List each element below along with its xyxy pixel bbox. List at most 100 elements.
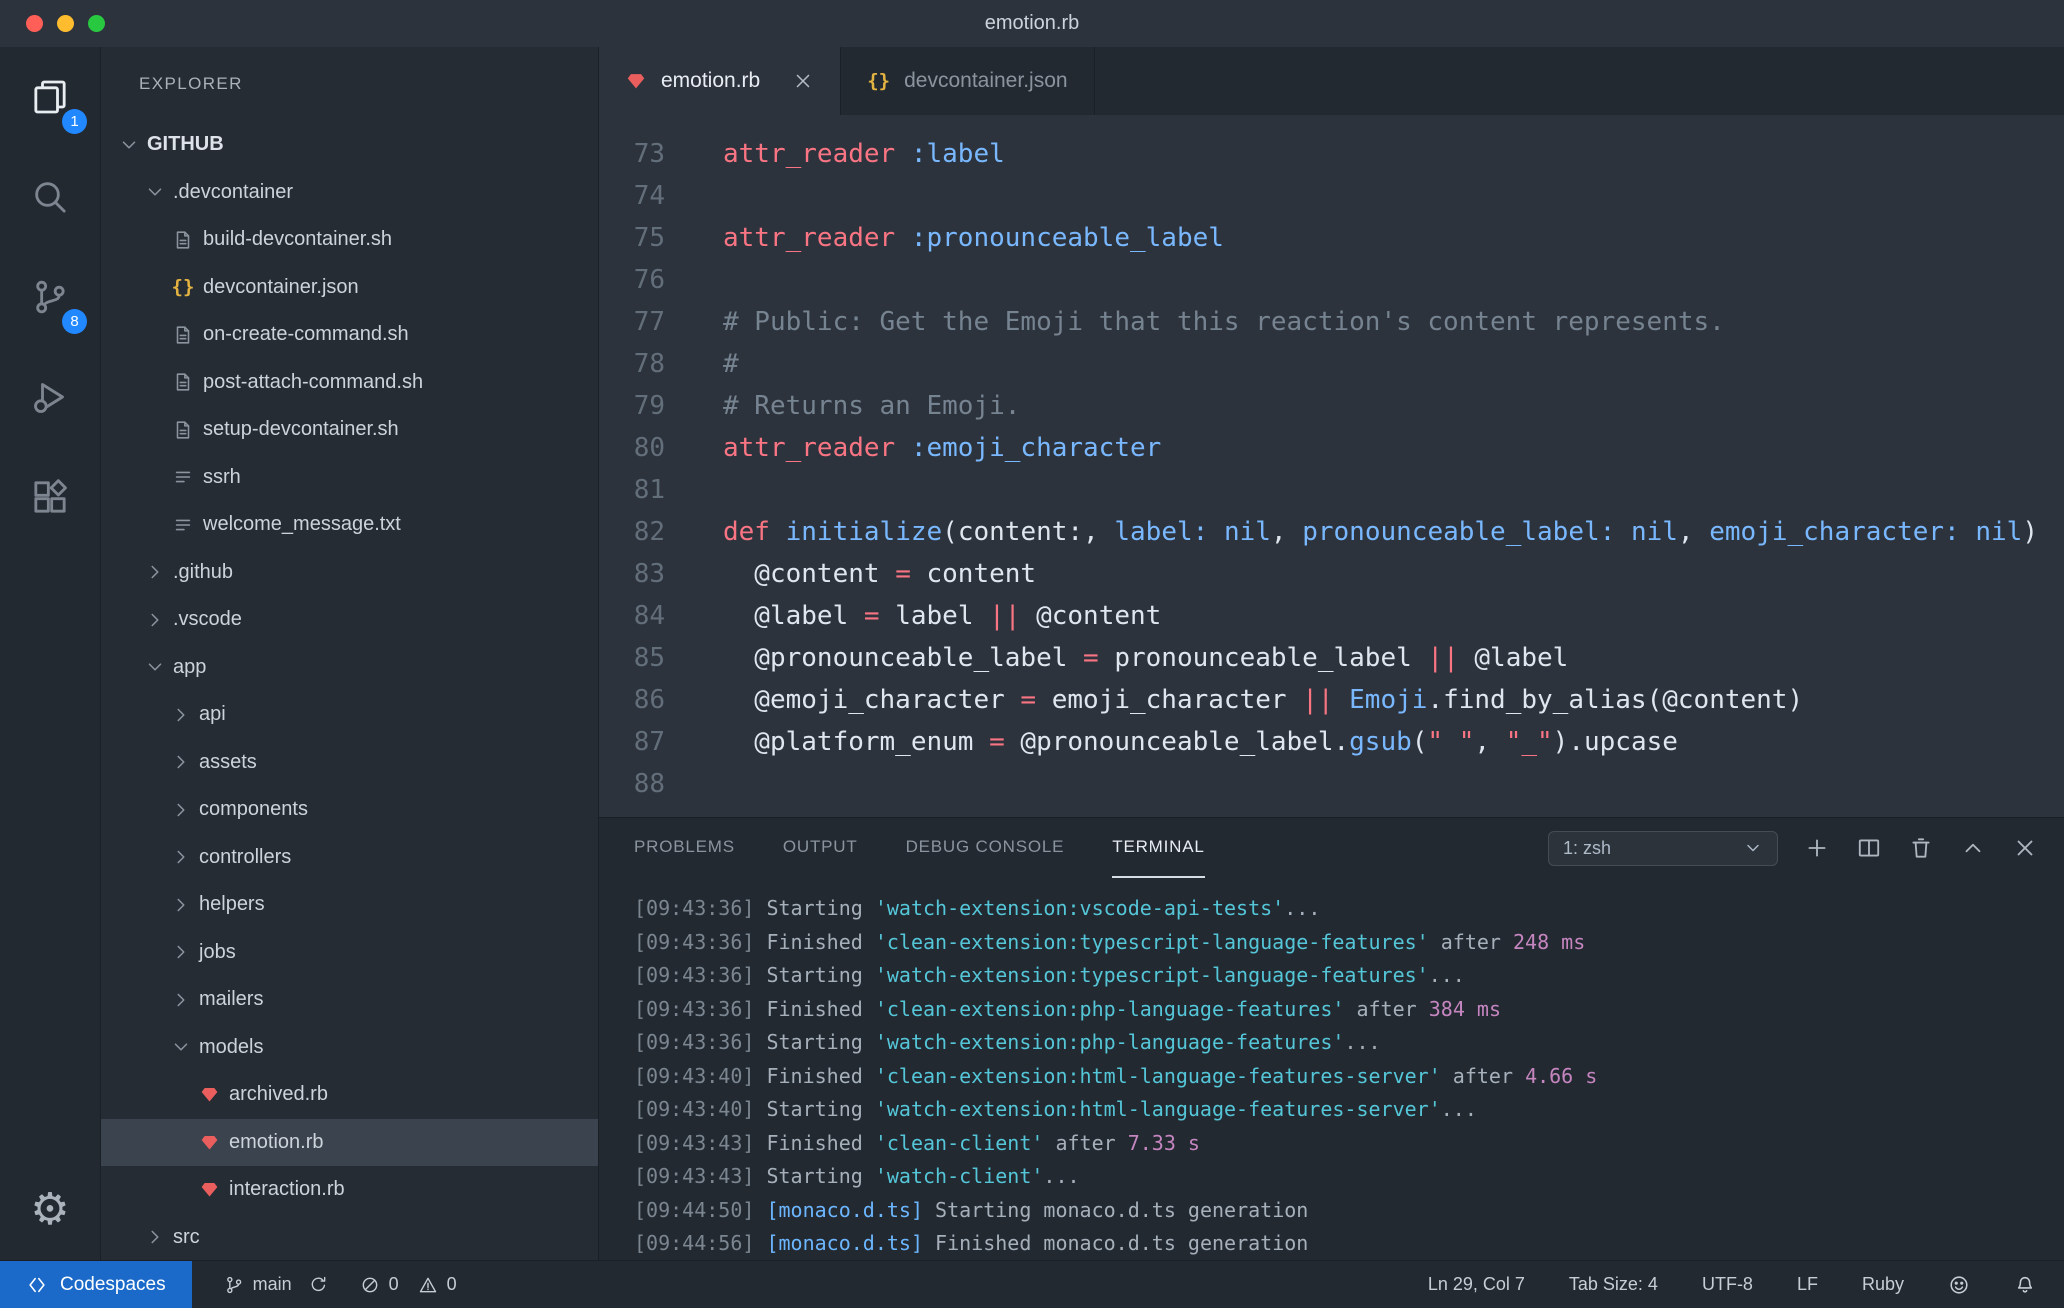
activity-explorer-button[interactable]: 1: [0, 47, 100, 147]
code-text: @pronounceable_label = pronounceable_lab…: [723, 643, 1569, 673]
tree-item-app[interactable]: app: [101, 644, 598, 692]
tree-item-components[interactable]: components: [101, 786, 598, 834]
problems-status[interactable]: 0 0: [360, 1274, 457, 1295]
tab-devcontainer-json[interactable]: {} devcontainer.json: [841, 47, 1095, 115]
activity-badge: 8: [62, 309, 87, 334]
maximize-panel-button[interactable]: [1960, 835, 1986, 861]
explorer-icon: [30, 77, 70, 117]
chevron-right-icon: [167, 704, 195, 726]
tree-item-devcontainer[interactable]: .devcontainer: [101, 169, 598, 217]
branch-name: main: [252, 1274, 292, 1294]
tree-item-on-create-command-sh[interactable]: on-create-command.sh: [101, 311, 598, 359]
tree-item-api[interactable]: api: [101, 691, 598, 739]
explorer-sidebar: EXPLORER GITHUB .devcontainer build-devcon…: [101, 47, 599, 1260]
terminal-selector[interactable]: 1: zsh: [1548, 830, 1778, 866]
tree-item-label: components: [199, 798, 308, 821]
tree-item-jobs[interactable]: jobs: [101, 929, 598, 977]
shell-file-icon: [167, 324, 199, 346]
tree-item-label: src: [173, 1225, 200, 1248]
panel-tab-output[interactable]: OUTPUT: [783, 818, 858, 878]
panel-tab-debug-console[interactable]: DEBUG CONSOLE: [906, 818, 1065, 878]
ruby-file-icon: [193, 1132, 225, 1153]
tree-item-label: ssrh: [203, 465, 241, 488]
tree-item-label: post-attach-command.sh: [203, 370, 424, 393]
panel-header: PROBLEMS OUTPUT DEBUG CONSOLE TERMINAL 1: z…: [599, 818, 2064, 878]
code-line: 74: [599, 175, 2064, 217]
kill-terminal-button[interactable]: [1908, 835, 1934, 861]
new-terminal-button[interactable]: [1804, 835, 1830, 861]
terminal-output[interactable]: [09:43:36] Starting 'watch-extension:vsc…: [599, 878, 2064, 1260]
line-number: 83: [633, 559, 665, 589]
notifications-bell-icon[interactable]: [2014, 1274, 2036, 1296]
vscode-window: emotion.rb 1 8 ⚙ EXPLORER GITHUB .devconta…: [0, 0, 2064, 1308]
maximize-window-button[interactable]: [88, 15, 105, 32]
activity-extensions-button[interactable]: [0, 447, 100, 547]
code-line: 80 attr_reader :emoji_character: [599, 427, 2064, 469]
tree-item-ssrh[interactable]: ssrh: [101, 454, 598, 502]
tree-item-emotion-rb[interactable]: emotion.rb: [101, 1118, 598, 1166]
tree-item-setup-devcontainer-sh[interactable]: setup-devcontainer.sh: [101, 406, 598, 454]
split-terminal-button[interactable]: [1856, 835, 1882, 861]
code-text: @content = content: [723, 559, 1037, 589]
feedback-smiley-icon[interactable]: [1948, 1274, 1970, 1296]
terminal-line: [09:43:36] Starting 'watch-extension:php…: [634, 1030, 1381, 1054]
line-number: 82: [633, 517, 665, 547]
tree-item-label: build-devcontainer.sh: [203, 228, 393, 251]
terminal-line: [09:43:36] Finished 'clean-extension:typ…: [634, 929, 1586, 954]
tree-item-helpers[interactable]: helpers: [101, 881, 598, 929]
codespaces-status[interactable]: Codespaces: [0, 1261, 192, 1308]
tree-item-archived-rb[interactable]: archived.rb: [101, 1071, 598, 1119]
activity-source-control-button[interactable]: 8: [0, 247, 100, 347]
tree-item-mailers[interactable]: mailers: [101, 976, 598, 1024]
code-line: 88: [599, 763, 2064, 805]
file-tree: GITHUB .devcontainer build-devcontainer.sh…: [101, 121, 598, 1260]
code-text: # Returns an Emoji.: [723, 391, 1021, 421]
source-control-icon: [30, 277, 70, 317]
activity-search-button[interactable]: [0, 147, 100, 247]
tree-item-label: emotion.rb: [229, 1130, 324, 1153]
tree-item-controllers[interactable]: controllers: [101, 834, 598, 882]
tab-emotion-rb[interactable]: emotion.rb: [599, 47, 842, 115]
tree-item-vscode[interactable]: .vscode: [101, 596, 598, 644]
tree-item-models[interactable]: models: [101, 1024, 598, 1072]
tree-item-devcontainer-json[interactable]: {} devcontainer.json: [101, 264, 598, 312]
chevron-right-icon: [167, 751, 195, 773]
close-panel-button[interactable]: [2012, 835, 2038, 861]
text-file-icon: [167, 466, 199, 488]
code-line: 81: [599, 469, 2064, 511]
status-utf-8[interactable]: UTF-8: [1702, 1274, 1753, 1295]
git-branch-status[interactable]: main: [224, 1274, 328, 1295]
tree-item-interaction-rb[interactable]: interaction.rb: [101, 1166, 598, 1214]
code-line: 76: [599, 259, 2064, 301]
chevron-down-icon: [141, 181, 169, 203]
status-bar: Codespaces main 0 0 Ln 29, Col 7 Tab Size…: [0, 1260, 2064, 1308]
tree-item-github[interactable]: .github: [101, 549, 598, 597]
tree-item-github[interactable]: GITHUB: [101, 121, 598, 169]
tree-item-build-devcontainer-sh[interactable]: build-devcontainer.sh: [101, 216, 598, 264]
status-ln-29-col-7[interactable]: Ln 29, Col 7: [1428, 1274, 1525, 1295]
status-lf[interactable]: LF: [1797, 1274, 1818, 1295]
close-window-button[interactable]: [26, 15, 43, 32]
activity-run-debug-button[interactable]: [0, 347, 100, 447]
panel-tab-terminal[interactable]: TERMINAL: [1112, 818, 1205, 878]
editor-tab-bar: emotion.rb {} devcontainer.json: [599, 47, 2064, 115]
status-ruby[interactable]: Ruby: [1862, 1274, 1904, 1295]
tree-item-src[interactable]: src: [101, 1214, 598, 1261]
minimize-window-button[interactable]: [57, 15, 74, 32]
line-number: 87: [633, 727, 665, 757]
tree-item-welcome-message-txt[interactable]: welcome_message.txt: [101, 501, 598, 549]
panel-tab-problems[interactable]: PROBLEMS: [634, 818, 735, 878]
extensions-icon: [30, 477, 70, 517]
tree-item-assets[interactable]: assets: [101, 739, 598, 787]
tree-item-label: welcome_message.txt: [203, 513, 401, 536]
errors-icon: [360, 1275, 380, 1295]
activity-settings-button[interactable]: ⚙: [0, 1160, 100, 1260]
tree-item-post-attach-command-sh[interactable]: post-attach-command.sh: [101, 359, 598, 407]
close-tab-icon[interactable]: [792, 70, 814, 92]
chevron-down-icon: [141, 656, 169, 678]
panel-tabs: PROBLEMS OUTPUT DEBUG CONSOLE TERMINAL: [634, 818, 1205, 878]
code-line: 84 @label = label || @content: [599, 595, 2064, 637]
status-tab-size-4[interactable]: Tab Size: 4: [1569, 1274, 1658, 1295]
sync-icon[interactable]: [309, 1275, 328, 1294]
code-editor[interactable]: 73 attr_reader :label 74 75 attr_reader :pro…: [599, 115, 2064, 817]
